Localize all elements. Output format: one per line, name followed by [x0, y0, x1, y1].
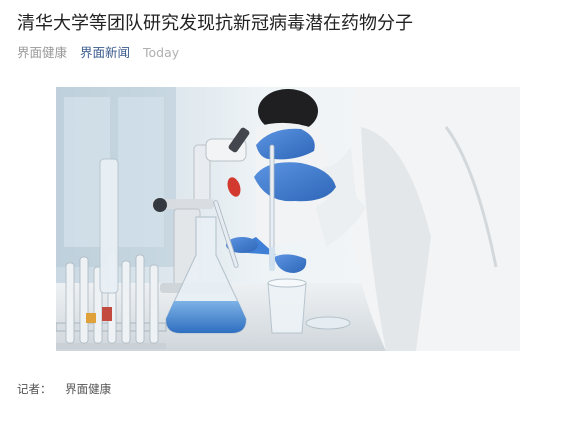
publish-date: Today	[143, 45, 180, 60]
article-meta: 界面健康 界面新闻 Today	[17, 45, 188, 61]
byline: 记者： 界面健康	[17, 382, 111, 396]
article-photo	[56, 87, 520, 351]
byline-author[interactable]: 界面健康	[65, 382, 111, 396]
byline-label: 记者：	[17, 382, 52, 396]
article-title: 清华大学等团队研究发现抗新冠病毒潜在药物分子	[17, 13, 413, 34]
lab-scene-illustration	[56, 87, 520, 351]
channel-link[interactable]: 界面新闻	[80, 45, 130, 60]
source-label[interactable]: 界面健康	[17, 45, 67, 60]
